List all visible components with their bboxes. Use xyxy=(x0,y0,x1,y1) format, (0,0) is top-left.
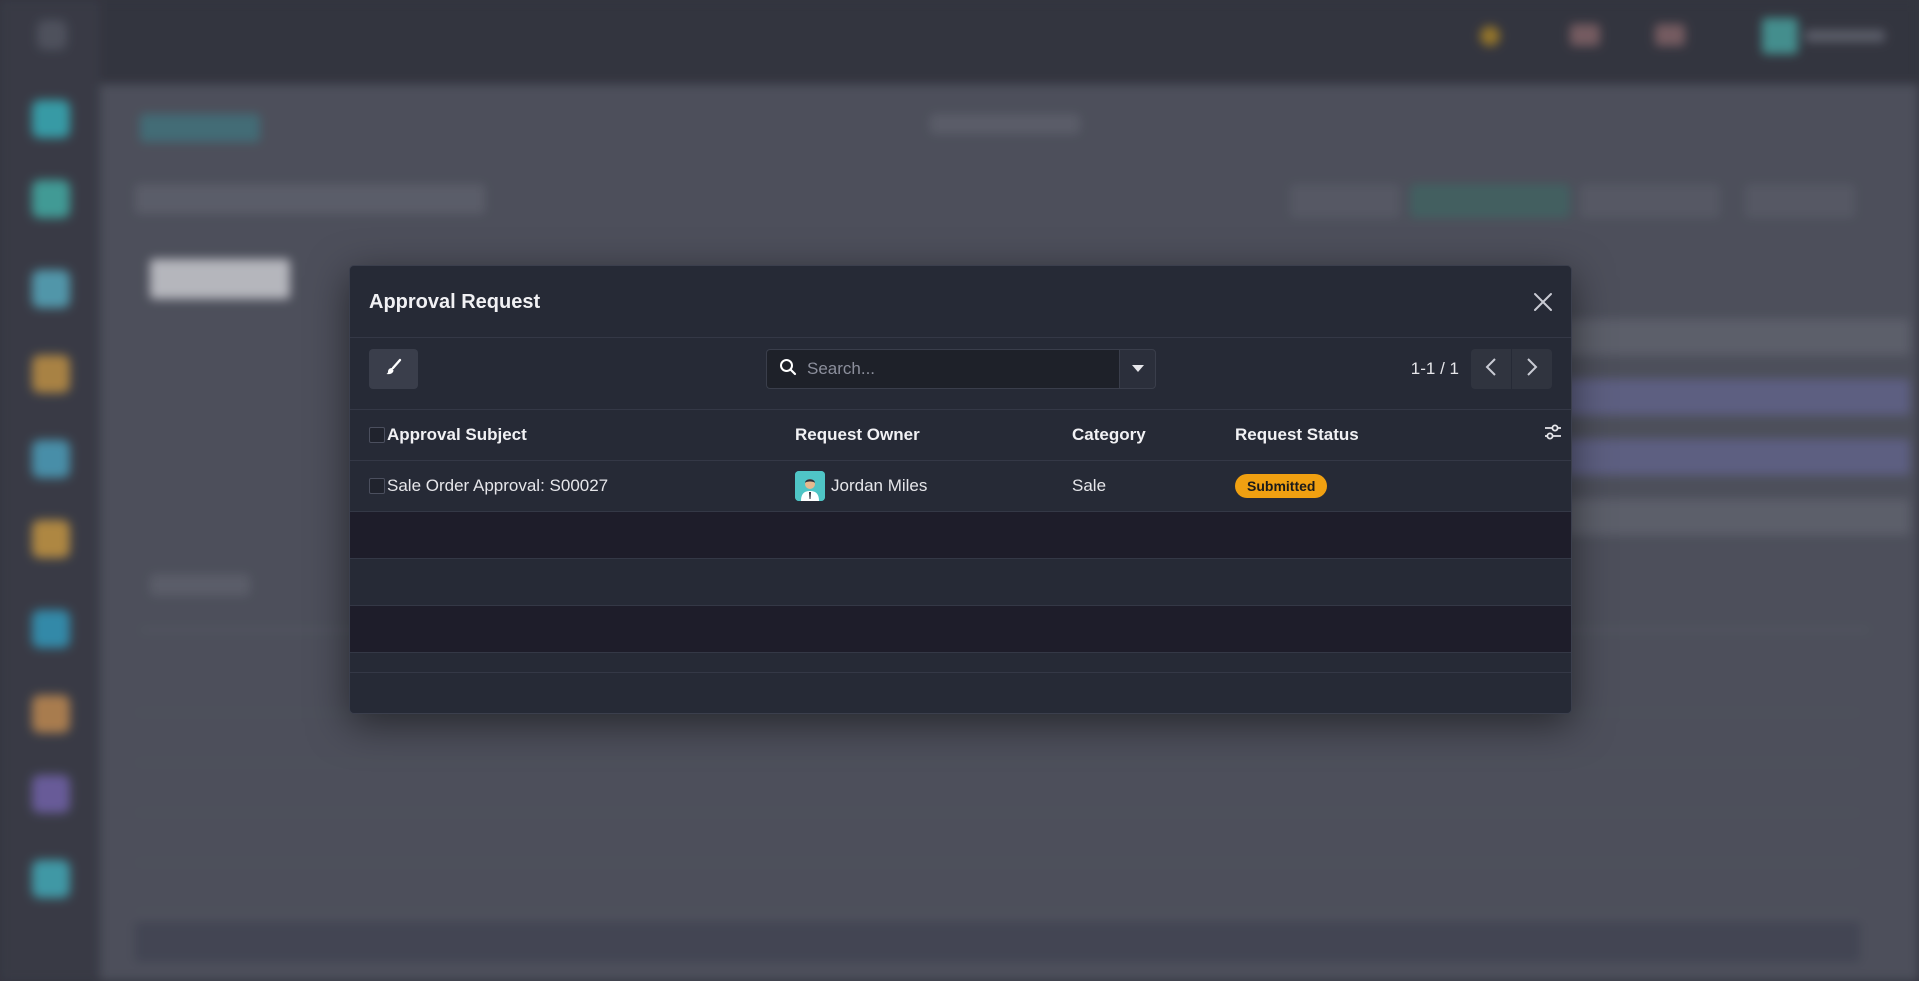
search-bar xyxy=(766,349,1156,389)
category-cell[interactable]: Sale xyxy=(1072,460,1235,511)
owner-name: Jordan Miles xyxy=(831,475,928,495)
clear-selection-button[interactable] xyxy=(369,349,418,389)
chevron-left-icon xyxy=(1485,357,1497,381)
close-icon[interactable] xyxy=(1531,290,1555,314)
status-badge: Submitted xyxy=(1235,473,1328,498)
pager-next-button[interactable] xyxy=(1512,349,1552,389)
empty-row xyxy=(350,605,1571,652)
select-all-cell xyxy=(350,410,387,460)
column-header-request-owner[interactable]: Request Owner xyxy=(795,410,1072,460)
table-row[interactable]: Sale Order Approval: S00027 Jordan Miles… xyxy=(350,460,1571,511)
pager: 1-1 / 1 xyxy=(1411,349,1552,389)
approval-request-dialog: Approval Request Search... 1-1 / 1 Appro… xyxy=(349,265,1572,714)
caret-down-icon xyxy=(1131,360,1144,378)
column-header-approval-subject[interactable]: Approval Subject xyxy=(387,410,795,460)
dialog-header: Approval Request xyxy=(350,266,1571,338)
request-owner-cell[interactable]: Jordan Miles xyxy=(795,460,1072,511)
search-input[interactable] xyxy=(807,359,1107,379)
dialog-toolbar: 1-1 / 1 xyxy=(350,338,1571,410)
sliders-icon[interactable] xyxy=(1544,424,1562,444)
approval-subject-cell[interactable]: Sale Order Approval: S00027 xyxy=(387,460,795,511)
empty-row xyxy=(350,511,1571,558)
optional-columns-cell xyxy=(1485,410,1571,460)
chevron-right-icon xyxy=(1526,357,1538,381)
dialog-title: Approval Request xyxy=(369,291,541,313)
row-select-cell xyxy=(350,460,387,511)
approval-request-list: Approval Subject Request Owner Category … xyxy=(350,410,1571,673)
select-all-checkbox[interactable] xyxy=(369,427,385,444)
empty-row xyxy=(350,652,1571,672)
avatar xyxy=(795,470,825,501)
pager-value[interactable]: 1-1 / 1 xyxy=(1411,359,1459,379)
row-checkbox[interactable] xyxy=(369,478,385,495)
search-filter-toggle[interactable] xyxy=(1119,349,1156,389)
pager-previous-button[interactable] xyxy=(1471,349,1511,389)
brush-icon xyxy=(384,357,404,382)
search-field xyxy=(766,349,1119,389)
search-icon xyxy=(779,358,797,381)
empty-row xyxy=(350,558,1571,605)
column-header-request-status[interactable]: Request Status xyxy=(1235,410,1485,460)
column-header-category[interactable]: Category xyxy=(1072,410,1235,460)
request-status-cell[interactable]: Submitted xyxy=(1235,460,1485,511)
table-header-row: Approval Subject Request Owner Category … xyxy=(350,410,1571,460)
